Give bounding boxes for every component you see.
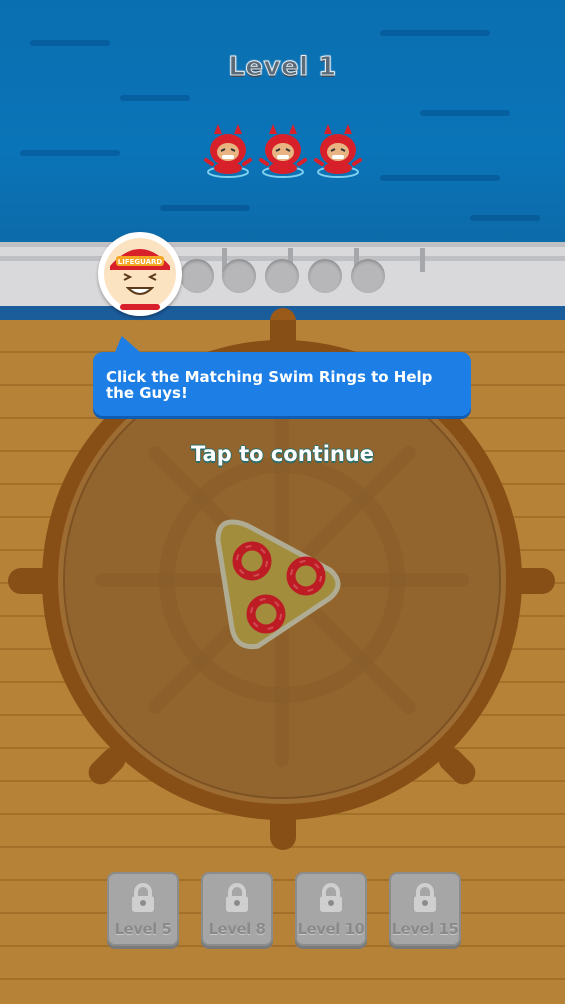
tutorial-bubble: Click the Matching Swim Rings to Help th… (93, 336, 471, 416)
padlock-icon (132, 883, 154, 912)
tutorial-message: Click the Matching Swim Rings to Help th… (106, 368, 433, 402)
swimmer-guy-icon (259, 124, 307, 178)
padlock-icon (320, 883, 342, 912)
locked-level-button[interactable]: Level 15 (389, 872, 461, 946)
locked-level-button[interactable]: Level 5 (107, 872, 179, 946)
locked-level-button[interactable]: Level 10 (295, 872, 367, 946)
swimmer-guy-icon (204, 124, 252, 178)
tap-to-continue[interactable]: Tap to continue (0, 442, 565, 466)
empty-slot (265, 259, 299, 293)
lifeguard-mascot-icon: LIFEGUARD (104, 238, 176, 310)
avatar: LIFEGUARD (98, 232, 182, 316)
padlock-icon (226, 883, 248, 912)
locked-level-label: Level 15 (391, 920, 459, 938)
empty-slot (180, 259, 214, 293)
locked-level-button[interactable]: Level 8 (201, 872, 273, 946)
swimmers-group (200, 124, 370, 184)
locked-level-label: Level 8 (208, 920, 266, 938)
locked-level-label: Level 10 (297, 920, 365, 938)
empty-slot (308, 259, 342, 293)
empty-slot (351, 259, 385, 293)
level-title: Level 1 (228, 52, 337, 83)
empty-slot (222, 259, 256, 293)
locked-levels-row: Level 5 Level 8 Level 10 Level 15 (0, 872, 565, 946)
svg-text:LIFEGUARD: LIFEGUARD (118, 258, 163, 266)
locked-level-label: Level 5 (114, 920, 172, 938)
swimmer-guy-icon (314, 124, 362, 178)
padlock-icon (414, 883, 436, 912)
